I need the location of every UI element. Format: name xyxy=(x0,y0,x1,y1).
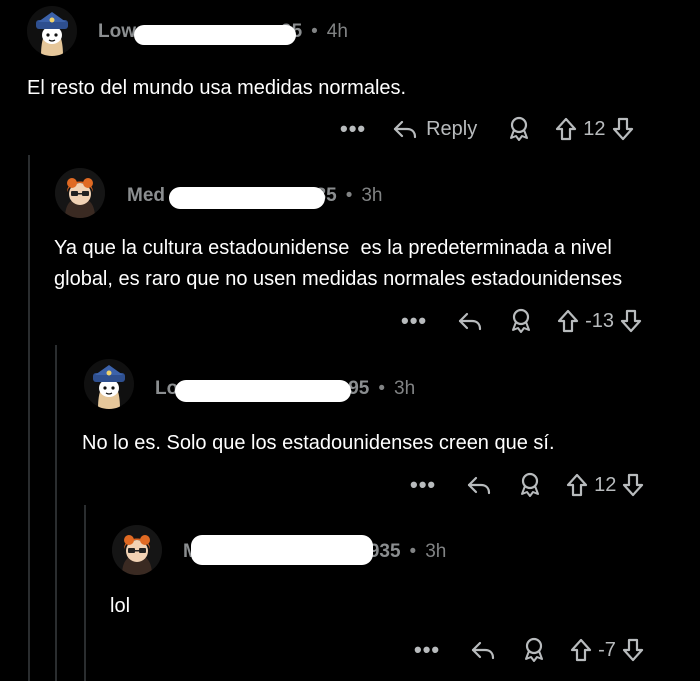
comment-header: M 935 • 3h xyxy=(183,537,447,565)
comment-header: Low95 • 4h xyxy=(98,19,348,45)
username[interactable]: Low95 xyxy=(98,21,302,43)
vote-score: 12 xyxy=(594,473,617,496)
upvote-button[interactable] xyxy=(570,638,592,662)
award-icon xyxy=(510,116,529,141)
timestamp: 4h xyxy=(326,21,348,42)
upvote-arrow-icon xyxy=(558,309,579,333)
vote-score: -7 xyxy=(598,638,616,661)
upvote-button[interactable] xyxy=(555,117,577,141)
downvote-button[interactable] xyxy=(622,638,644,662)
comment-text: lol xyxy=(110,595,131,617)
avatar[interactable] xyxy=(55,168,105,218)
comment-text: No lo es. Solo que los estadounidenses c… xyxy=(82,432,555,454)
award-icon xyxy=(525,637,544,662)
more-options-button[interactable]: ••• xyxy=(401,308,427,334)
comment-3: Lo 95 • 3h No lo es. Solo que los estadou… xyxy=(0,355,700,505)
reply-button[interactable]: Reply xyxy=(392,117,477,141)
downvote-arrow-icon xyxy=(622,638,644,662)
reply-arrow-icon xyxy=(394,120,417,139)
reply-button[interactable] xyxy=(457,309,483,333)
downvote-button[interactable] xyxy=(622,473,644,497)
comment-text: El resto del mundo usa medidas normales. xyxy=(27,77,407,99)
captain-hat-avatar-icon xyxy=(84,359,134,409)
comment-actions: ••• 12 xyxy=(410,468,644,502)
award-button[interactable] xyxy=(518,472,542,498)
downvote-button[interactable] xyxy=(620,309,642,333)
more-options-button[interactable]: ••• xyxy=(410,472,436,498)
comment-actions: ••• Reply 12 xyxy=(340,112,634,146)
comment-4: M 935 • 3h lol ••• -7 xyxy=(0,515,700,681)
reply-arrow-icon xyxy=(472,641,495,660)
comment-actions: ••• -7 xyxy=(414,633,644,667)
avatar[interactable] xyxy=(112,525,162,575)
downvote-arrow-icon xyxy=(620,309,642,333)
downvote-button[interactable] xyxy=(612,117,634,141)
avatar[interactable] xyxy=(27,6,77,56)
redaction-scribble xyxy=(193,537,371,563)
avatar[interactable] xyxy=(84,359,134,409)
upvote-arrow-icon xyxy=(556,117,577,141)
comment-text: Ya que la cultura estadounidense es la p… xyxy=(54,237,623,290)
reply-arrow-icon xyxy=(468,476,491,495)
downvote-arrow-icon xyxy=(623,473,644,497)
username[interactable]: Lo 95 xyxy=(155,378,369,400)
vote-score: 12 xyxy=(583,117,606,140)
more-options-button[interactable]: ••• xyxy=(414,637,440,663)
timestamp: 3h xyxy=(425,541,447,562)
downvote-arrow-icon xyxy=(612,117,633,141)
timestamp: 3h xyxy=(394,378,416,399)
redhead-avatar-icon xyxy=(55,168,105,218)
comment-2: Med935 • 3h Ya que la cultura estadounid… xyxy=(0,160,700,350)
comment-1: Low95 • 4h El resto del mundo usa medida… xyxy=(0,0,700,150)
username[interactable]: M 935 xyxy=(183,537,401,563)
separator-dot: • xyxy=(311,21,318,42)
separator-dot: • xyxy=(345,185,353,206)
award-icon xyxy=(512,308,531,333)
upvote-button[interactable] xyxy=(557,309,579,333)
comment-header: Med935 • 3h xyxy=(127,183,383,209)
captain-hat-avatar-icon xyxy=(27,6,77,56)
timestamp: 3h xyxy=(361,185,383,206)
separator-dot: • xyxy=(409,541,417,562)
redhead-avatar-icon xyxy=(112,525,162,575)
award-button[interactable] xyxy=(507,116,531,142)
comment-actions: ••• -13 xyxy=(401,304,642,338)
reply-label: Reply xyxy=(426,117,478,140)
upvote-arrow-icon xyxy=(571,638,592,662)
reply-button[interactable] xyxy=(466,473,492,497)
comment-header: Lo 95 • 3h xyxy=(155,376,415,402)
more-options-button[interactable]: ••• xyxy=(340,116,366,142)
vote-score: -13 xyxy=(585,309,615,332)
redaction-scribble xyxy=(171,189,323,207)
upvote-button[interactable] xyxy=(566,473,588,497)
award-button[interactable] xyxy=(522,637,546,663)
username[interactable]: Med935 xyxy=(127,185,337,207)
upvote-arrow-icon xyxy=(567,473,588,497)
award-icon xyxy=(521,472,540,497)
reply-button[interactable] xyxy=(470,638,496,662)
redaction-scribble xyxy=(177,382,349,400)
separator-dot: • xyxy=(378,378,386,399)
redaction-scribble xyxy=(136,27,294,43)
award-button[interactable] xyxy=(509,308,533,334)
reply-arrow-icon xyxy=(459,312,482,331)
